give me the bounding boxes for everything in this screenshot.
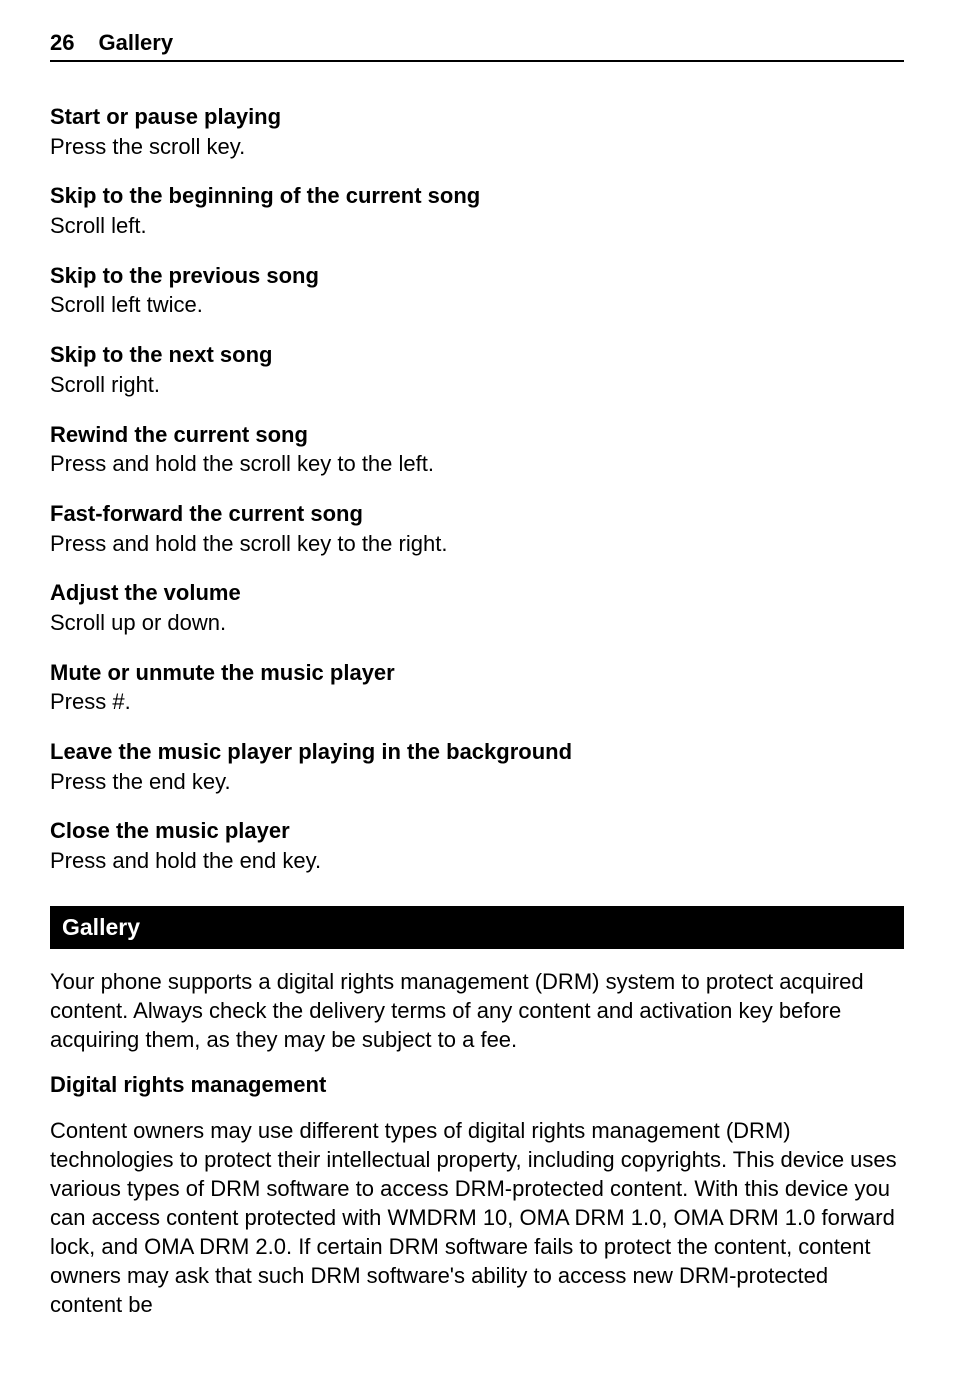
instruction-block: Leave the music player playing in the ba… bbox=[50, 737, 904, 796]
instruction-block: Skip to the next song Scroll right. bbox=[50, 340, 904, 399]
instruction-body: Press and hold the end key. bbox=[50, 846, 904, 876]
instruction-title: Mute or unmute the music player bbox=[50, 658, 904, 688]
instruction-block: Mute or unmute the music player Press #. bbox=[50, 658, 904, 717]
instruction-block: Close the music player Press and hold th… bbox=[50, 816, 904, 875]
page-header: 26 Gallery bbox=[50, 30, 904, 62]
instruction-body: Scroll left. bbox=[50, 211, 904, 241]
instruction-body: Press the scroll key. bbox=[50, 132, 904, 162]
instruction-title: Skip to the previous song bbox=[50, 261, 904, 291]
instruction-title: Skip to the next song bbox=[50, 340, 904, 370]
instruction-title: Skip to the beginning of the current son… bbox=[50, 181, 904, 211]
instruction-block: Rewind the current song Press and hold t… bbox=[50, 420, 904, 479]
instruction-body: Scroll right. bbox=[50, 370, 904, 400]
instruction-body: Press the end key. bbox=[50, 767, 904, 797]
instruction-body: Press #. bbox=[50, 687, 904, 717]
page-number: 26 bbox=[50, 30, 74, 56]
instruction-title: Rewind the current song bbox=[50, 420, 904, 450]
instruction-block: Fast-forward the current song Press and … bbox=[50, 499, 904, 558]
page: 26 Gallery Start or pause playing Press … bbox=[0, 0, 954, 1377]
instruction-body: Press and hold the scroll key to the rig… bbox=[50, 529, 904, 559]
instruction-block: Skip to the beginning of the current son… bbox=[50, 181, 904, 240]
instruction-body: Scroll up or down. bbox=[50, 608, 904, 638]
section-heading-bar: Gallery bbox=[50, 906, 904, 949]
instruction-title: Close the music player bbox=[50, 816, 904, 846]
instruction-body: Scroll left twice. bbox=[50, 290, 904, 320]
instruction-title: Leave the music player playing in the ba… bbox=[50, 737, 904, 767]
instruction-body: Press and hold the scroll key to the lef… bbox=[50, 449, 904, 479]
page-header-title: Gallery bbox=[98, 30, 173, 56]
instruction-title: Start or pause playing bbox=[50, 102, 904, 132]
section-intro-paragraph: Your phone supports a digital rights man… bbox=[50, 967, 904, 1054]
section-body-paragraph: Content owners may use different types o… bbox=[50, 1116, 904, 1319]
instruction-title: Adjust the volume bbox=[50, 578, 904, 608]
instruction-block: Start or pause playing Press the scroll … bbox=[50, 102, 904, 161]
section-subheading: Digital rights management bbox=[50, 1072, 904, 1098]
instruction-block: Adjust the volume Scroll up or down. bbox=[50, 578, 904, 637]
instruction-block: Skip to the previous song Scroll left tw… bbox=[50, 261, 904, 320]
instruction-title: Fast-forward the current song bbox=[50, 499, 904, 529]
